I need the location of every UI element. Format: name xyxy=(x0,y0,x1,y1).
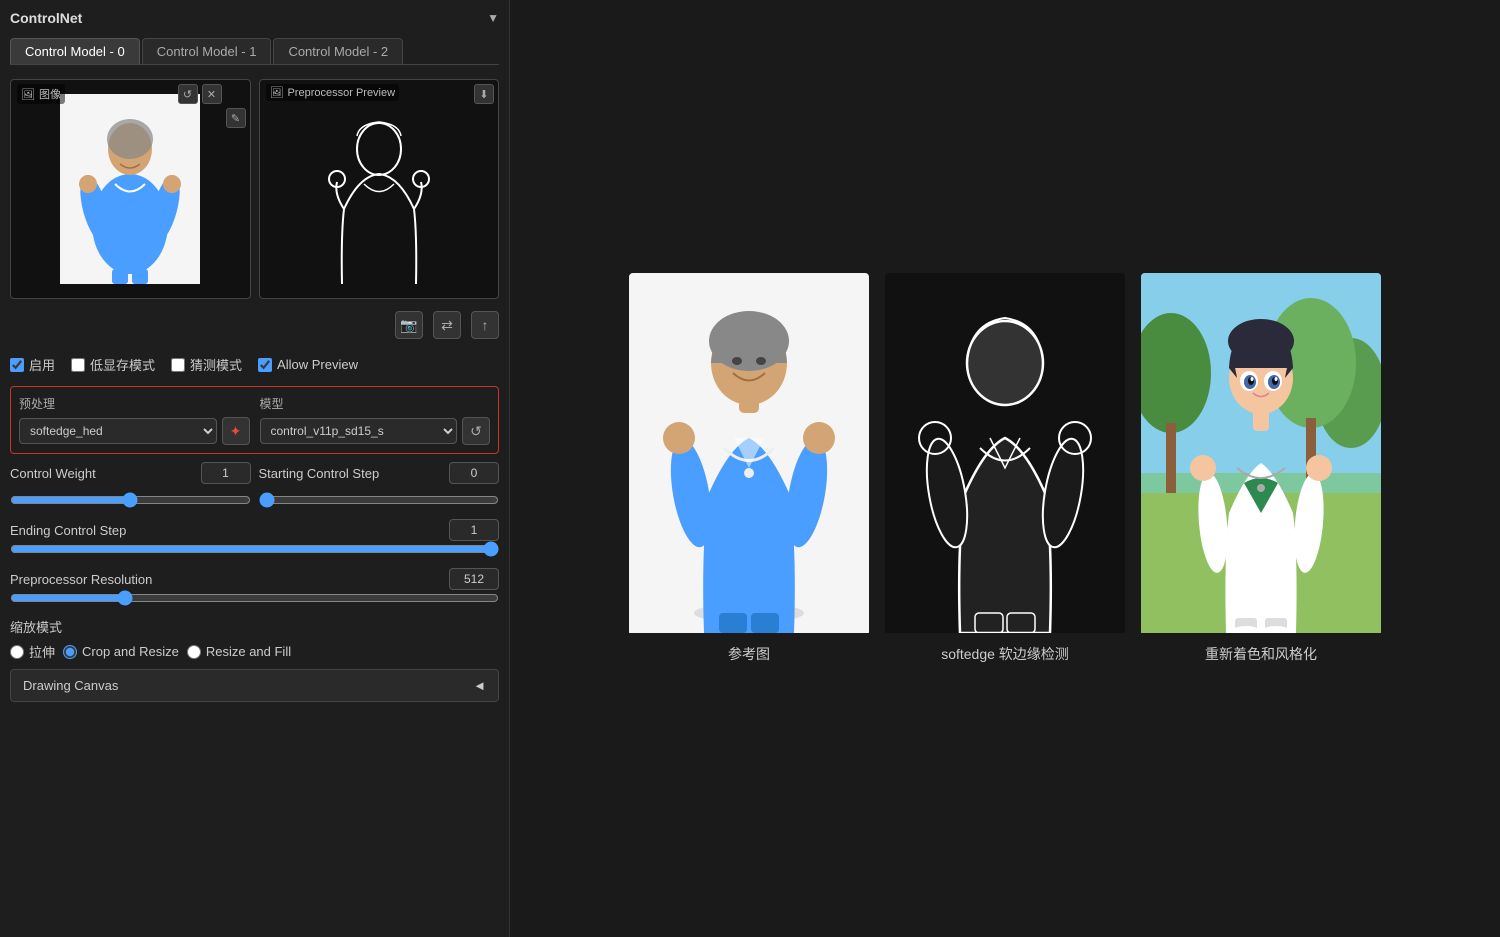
edge-detection-image xyxy=(309,94,449,284)
reference-image xyxy=(629,273,869,636)
ending-step-header: Ending Control Step 1 xyxy=(10,519,499,541)
gallery-item-anime: 重新着色和风格化 xyxy=(1141,273,1381,664)
zoom-resize-fill[interactable]: Resize and Fill xyxy=(187,644,291,659)
input-image-controls: ↺ ✕ ✎ xyxy=(178,84,246,128)
starting-step-slider[interactable] xyxy=(259,492,500,508)
low-vram-checkbox[interactable]: 低显存模式 xyxy=(71,355,155,374)
edge-image xyxy=(885,273,1125,636)
control-weight-label: Control Weight xyxy=(10,466,150,481)
preprocessor-label-text: 预处理 xyxy=(19,395,250,412)
input-image-label: 🖼 图像 xyxy=(17,84,65,104)
resolution-section: Preprocessor Resolution 512 xyxy=(10,568,499,609)
ending-step-value[interactable]: 1 xyxy=(449,519,499,541)
tab-control-model-0[interactable]: Control Model - 0 xyxy=(10,38,140,64)
resolution-header: Preprocessor Resolution 512 xyxy=(10,568,499,590)
allow-preview-checkbox[interactable]: Allow Preview xyxy=(258,357,358,372)
preprocessor-row: softedge_hed ✦ xyxy=(19,417,250,445)
weight-step-row: Control Weight 1 Starting Control Step 0 xyxy=(10,462,499,484)
upload-btn[interactable]: ↑ xyxy=(471,311,499,339)
zoom-section: 缩放模式 拉伸 Crop and Resize Resize and Fill xyxy=(10,617,499,661)
edit-image-btn[interactable]: ✎ xyxy=(226,108,246,128)
starting-step-value[interactable]: 0 xyxy=(449,462,499,484)
resolution-value[interactable]: 512 xyxy=(449,568,499,590)
preprocessor-icon: 🖼 xyxy=(270,86,284,99)
control-weight-slider[interactable] xyxy=(10,492,251,508)
image-icon: 🖼 xyxy=(21,88,35,101)
ending-step-section: Ending Control Step 1 xyxy=(10,519,499,560)
edge-caption: softedge 软边缘检测 xyxy=(941,644,1069,664)
anime-svg xyxy=(1141,273,1381,633)
close-image-btn[interactable]: ✕ xyxy=(202,84,222,104)
starting-step-slider-container xyxy=(259,492,500,511)
panel-title: ControlNet xyxy=(10,10,82,26)
drawing-canvas-arrow: ◄ xyxy=(473,678,486,693)
control-weight-header: Control Weight 1 xyxy=(10,462,251,484)
swap-btn[interactable]: ⇄ xyxy=(433,311,461,339)
gallery-item-reference: 参考图 xyxy=(629,273,869,664)
model-label-text: 模型 xyxy=(260,395,491,412)
action-row: 📷 ⇄ ↑ xyxy=(10,307,499,343)
ending-step-label: Ending Control Step xyxy=(10,523,150,538)
right-panel: 参考图 xyxy=(510,0,1500,937)
model-select[interactable]: control_v11p_sd15_s xyxy=(260,418,458,444)
zoom-options: 拉伸 Crop and Resize Resize and Fill xyxy=(10,642,499,661)
starting-step-header: Starting Control Step 0 xyxy=(259,462,500,484)
image-row: 🖼 图像 ↺ ✕ ✎ xyxy=(10,79,499,299)
resolution-slider[interactable] xyxy=(10,590,499,606)
panel-header: ControlNet ▼ xyxy=(10,10,499,26)
model-refresh-btn[interactable]: ↺ xyxy=(462,417,490,445)
model-section: 预处理 softedge_hed ✦ 模型 control_v11p_sd15_… xyxy=(10,386,499,454)
preprocessor-col: 预处理 softedge_hed ✦ xyxy=(19,395,250,445)
tab-control-model-2[interactable]: Control Model - 2 xyxy=(273,38,403,64)
input-image-box[interactable]: 🖼 图像 ↺ ✕ ✎ xyxy=(10,79,251,299)
model-col: 模型 control_v11p_sd15_s ↺ xyxy=(260,395,491,445)
tab-control-model-1[interactable]: Control Model - 1 xyxy=(142,38,272,64)
options-row: 启用 低显存模式 猜测模式 Allow Preview xyxy=(10,351,499,378)
preprocessor-preview-box[interactable]: 🖼 Preprocessor Preview ⬇ xyxy=(259,79,500,299)
preprocessor-select[interactable]: softedge_hed xyxy=(19,418,217,444)
zoom-crop-resize[interactable]: Crop and Resize xyxy=(63,644,179,659)
drawing-canvas-row[interactable]: Drawing Canvas ◄ xyxy=(10,669,499,702)
control-weight-slider-container xyxy=(10,492,251,511)
dual-slider-row xyxy=(10,492,499,511)
gallery-item-edge: softedge 软边缘检测 xyxy=(885,273,1125,664)
zoom-stretch[interactable]: 拉伸 xyxy=(10,642,55,661)
zoom-label: 缩放模式 xyxy=(10,617,499,636)
guess-mode-checkbox[interactable]: 猜测模式 xyxy=(171,355,242,374)
gallery-row: 参考图 xyxy=(629,273,1381,664)
preprocessor-controls: ⬇ xyxy=(474,84,494,104)
tab-bar: Control Model - 0 Control Model - 1 Cont… xyxy=(10,38,499,65)
resolution-label: Preprocessor Resolution xyxy=(10,572,152,587)
anime-image xyxy=(1141,273,1381,636)
refresh-image-btn[interactable]: ↺ xyxy=(178,84,198,104)
reference-caption: 参考图 xyxy=(728,644,770,664)
enable-checkbox[interactable]: 启用 xyxy=(10,355,55,374)
download-preview-btn[interactable]: ⬇ xyxy=(474,84,494,104)
starting-step-col: Starting Control Step 0 xyxy=(259,462,500,484)
starting-step-label: Starting Control Step xyxy=(259,466,399,481)
preprocessor-star-btn[interactable]: ✦ xyxy=(222,417,250,445)
model-row: control_v11p_sd15_s ↺ xyxy=(260,417,491,445)
preprocessor-label: 🖼 Preprocessor Preview xyxy=(266,84,400,101)
panel-arrow[interactable]: ▼ xyxy=(487,11,499,25)
sliders-section: Control Weight 1 Starting Control Step 0 xyxy=(10,462,499,609)
edge-svg xyxy=(885,273,1125,633)
control-weight-value[interactable]: 1 xyxy=(201,462,251,484)
ending-step-slider[interactable] xyxy=(10,541,499,557)
drawing-canvas-label: Drawing Canvas xyxy=(23,678,118,693)
camera-btn[interactable]: 📷 xyxy=(395,311,423,339)
control-weight-col: Control Weight 1 xyxy=(10,462,251,484)
reference-svg xyxy=(629,273,869,633)
anime-caption: 重新着色和风格化 xyxy=(1205,644,1317,664)
left-panel: ControlNet ▼ Control Model - 0 Control M… xyxy=(0,0,510,937)
